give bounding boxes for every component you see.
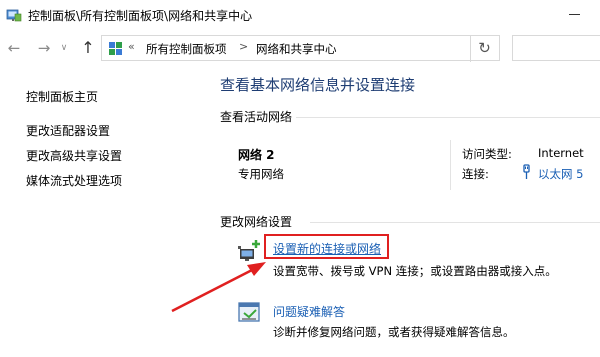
title-bar: 控制面板\所有控制面板项\网络和共享中心 bbox=[0, 0, 600, 30]
breadcrumb-all-items[interactable]: 所有控制面板项 bbox=[146, 41, 227, 57]
back-arrow-icon[interactable]: ← bbox=[4, 38, 24, 58]
refresh-icon: ↻ bbox=[478, 39, 491, 57]
section-divider bbox=[296, 117, 600, 118]
ethernet-icon bbox=[523, 164, 530, 179]
page-title: 查看基本网络信息并设置连接 bbox=[220, 76, 416, 94]
network-setup-icon bbox=[238, 240, 260, 261]
sidebar: 控制面板主页 更改适配器设置 更改高级共享设置 媒体流式处理选项 bbox=[0, 64, 205, 357]
connections-label: 连接: bbox=[462, 167, 489, 181]
control-panel-icon bbox=[109, 42, 122, 55]
network-name: 网络 2 bbox=[238, 148, 275, 162]
window-title: 控制面板\所有控制面板项\网络和共享中心 bbox=[28, 9, 253, 23]
recent-locations-chevron-icon[interactable]: ∨ bbox=[58, 38, 70, 58]
troubleshoot-icon bbox=[238, 302, 260, 322]
access-type-value: Internet bbox=[538, 146, 584, 160]
network-type: 专用网络 bbox=[238, 167, 284, 181]
overflow-chevron-icon[interactable]: « bbox=[128, 40, 135, 53]
change-settings-title: 更改网络设置 bbox=[220, 215, 293, 229]
breadcrumb-separator-icon[interactable]: > bbox=[239, 40, 248, 53]
sidebar-link-media-streaming[interactable]: 媒体流式处理选项 bbox=[26, 172, 122, 189]
sidebar-link-adapter-settings[interactable]: 更改适配器设置 bbox=[26, 122, 110, 139]
control-panel-icon bbox=[6, 9, 22, 22]
forward-arrow-icon[interactable]: → bbox=[34, 38, 54, 58]
annotation-highlight-box bbox=[264, 234, 389, 259]
breadcrumb-network-center[interactable]: 网络和共享中心 bbox=[256, 41, 337, 57]
setup-connection-description: 设置宽带、拨号或 VPN 连接；或设置路由器或接入点。 bbox=[273, 264, 557, 278]
sidebar-home-link[interactable]: 控制面板主页 bbox=[26, 88, 98, 105]
navigation-bar: ← → ∨ ↑ « 所有控制面板项 > 网络和共享中心 ∨ ↻ bbox=[0, 32, 600, 64]
access-type-label: 访问类型: bbox=[462, 147, 512, 161]
vertical-divider bbox=[450, 140, 451, 190]
sidebar-link-advanced-sharing[interactable]: 更改高级共享设置 bbox=[26, 147, 122, 164]
up-arrow-icon[interactable]: ↑ bbox=[78, 38, 98, 58]
troubleshoot-link[interactable]: 问题疑难解答 bbox=[273, 303, 345, 320]
ethernet-connection-link[interactable]: 以太网 5 bbox=[538, 166, 583, 182]
section-divider bbox=[310, 222, 600, 223]
refresh-button[interactable]: ↻ bbox=[470, 36, 498, 62]
minimize-button[interactable] bbox=[560, 2, 590, 26]
search-input[interactable] bbox=[512, 35, 600, 61]
address-bar[interactable]: « 所有控制面板项 > 网络和共享中心 ∨ bbox=[101, 35, 561, 61]
troubleshoot-description: 诊断并修复网络问题，或者获得疑难解答信息。 bbox=[273, 325, 515, 339]
active-networks-title: 查看活动网络 bbox=[220, 110, 293, 124]
